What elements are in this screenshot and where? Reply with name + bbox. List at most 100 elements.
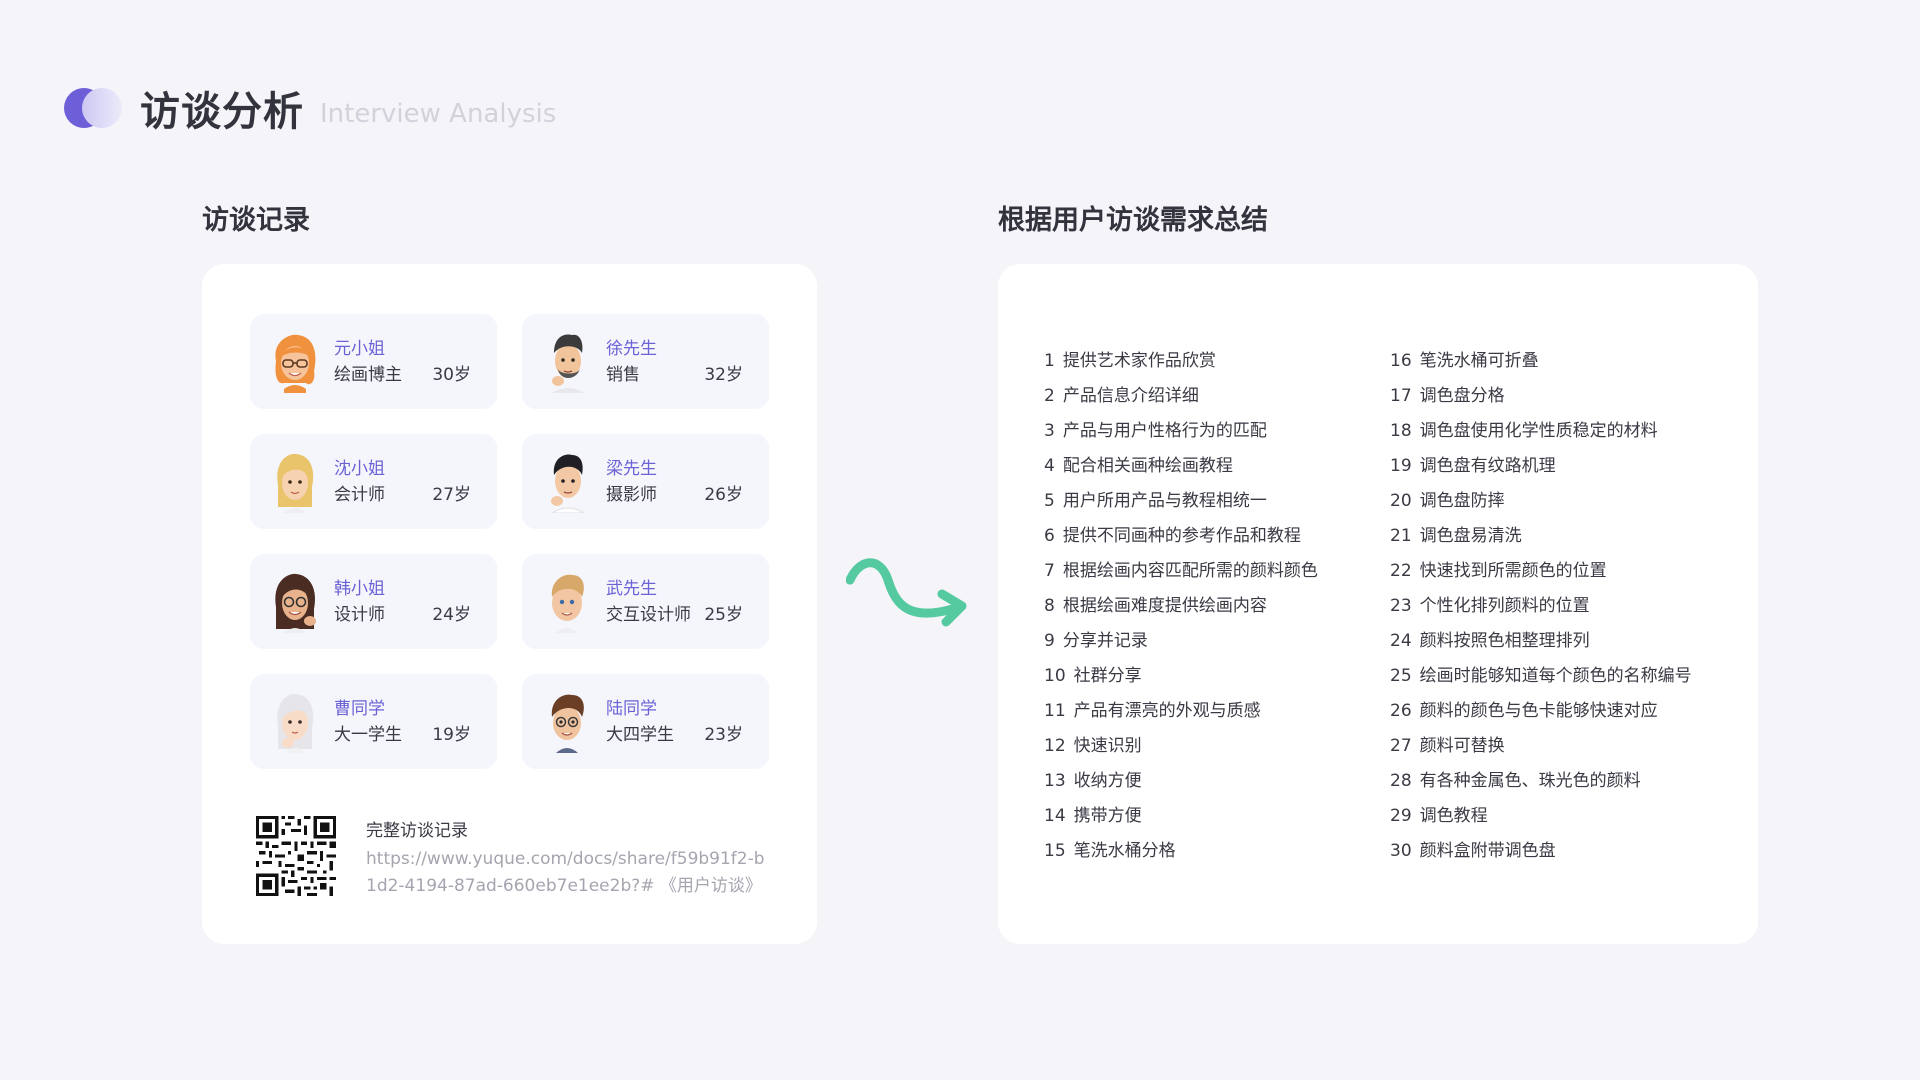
two-circles-logo-icon [64, 87, 122, 129]
requirement-item: 25 绘画时能够知道每个颜色的名称编号 [1390, 666, 1692, 686]
person-name: 陆同学 [606, 698, 657, 719]
avatar [542, 451, 592, 513]
person-info: 徐先生 销售 32岁 [606, 336, 766, 388]
person-card[interactable]: 韩小姐 设计师 24岁 [250, 554, 497, 649]
avatar [270, 691, 320, 753]
person-meta: 大一学生 19岁 [334, 722, 471, 748]
person-role: 会计师 [334, 484, 385, 505]
requirement-item: 17 调色盘分格 [1390, 386, 1505, 406]
person-name: 梁先生 [606, 458, 657, 479]
person-role: 设计师 [334, 604, 385, 625]
memoji-avatar-icon [551, 694, 584, 753]
requirement-item: 2 产品信息介绍详细 [1044, 386, 1199, 406]
requirement-item: 9 分享并记录 [1044, 631, 1148, 651]
person-name: 元小姐 [334, 338, 385, 359]
person-name: 徐先生 [606, 338, 657, 359]
page-header: 访谈分析 Interview Analysis [64, 78, 556, 138]
requirement-item: 28 有各种金属色、珠光色的颜料 [1390, 771, 1641, 791]
person-age: 26岁 [704, 484, 743, 505]
person-age: 25岁 [704, 604, 743, 625]
person-card[interactable]: 徐先生 销售 32岁 [522, 314, 769, 409]
person-info: 曹同学 大一学生 19岁 [334, 696, 494, 748]
person-age: 32岁 [704, 364, 743, 385]
requirement-item: 12 快速识别 [1044, 736, 1142, 756]
person-age: 27岁 [432, 484, 471, 505]
requirement-item: 15 笔洗水桶分格 [1044, 841, 1176, 861]
avatar [270, 451, 320, 513]
page-title: 访谈分析 [140, 89, 304, 135]
person-meta: 绘画博主 30岁 [334, 362, 471, 388]
requirement-item: 4 配合相关画种绘画教程 [1044, 456, 1233, 476]
avatar [542, 331, 592, 393]
requirement-item: 13 收纳方便 [1044, 771, 1142, 791]
avatar [542, 691, 592, 753]
memoji-avatar-icon [552, 334, 584, 393]
person-card[interactable]: 曹同学 大一学生 19岁 [250, 674, 497, 769]
requirement-item: 3 产品与用户性格行为的匹配 [1044, 421, 1267, 441]
people-grid: 元小姐 绘画博主 30岁 徐先生 销售 32岁 沈小姐 会计师 27岁 梁先生 … [250, 314, 769, 769]
avatar [270, 331, 320, 393]
avatar [270, 571, 320, 633]
person-info: 沈小姐 会计师 27岁 [334, 456, 494, 508]
requirement-item: 5 用户所用产品与教程相统一 [1044, 491, 1267, 511]
person-name: 沈小姐 [334, 458, 385, 479]
person-age: 19岁 [432, 724, 471, 745]
memoji-avatar-icon [277, 693, 314, 753]
requirement-item: 6 提供不同画种的参考作品和教程 [1044, 526, 1301, 546]
person-role: 销售 [606, 364, 640, 385]
requirement-item: 7 根据绘画内容匹配所需的颜料颜色 [1044, 561, 1318, 581]
requirement-item: 18 调色盘使用化学性质稳定的材料 [1390, 421, 1658, 441]
requirements-list-col-1: 1 提供艺术家作品欣赏 2 产品信息介绍详细 3 产品与用户性格行为的匹配 4 配合相关… [1044, 344, 1318, 869]
record-text: 完整访谈记录 https://www.yuque.com/docs/share/… [366, 818, 766, 900]
person-info: 武先生 交互设计师 25岁 [606, 576, 766, 628]
person-meta: 设计师 24岁 [334, 602, 471, 628]
requirement-item: 27 颜料可替换 [1390, 736, 1505, 756]
person-role: 绘画博主 [334, 364, 402, 385]
requirement-item: 22 快速找到所需颜色的位置 [1390, 561, 1607, 581]
person-meta: 会计师 27岁 [334, 482, 471, 508]
person-age: 30岁 [432, 364, 471, 385]
requirement-item: 11 产品有漂亮的外观与质感 [1044, 701, 1261, 721]
page-subtitle: Interview Analysis [320, 99, 557, 129]
avatar [542, 571, 592, 633]
memoji-avatar-icon [275, 334, 316, 393]
requirement-item: 1 提供艺术家作品欣赏 [1044, 351, 1216, 371]
requirement-item: 14 携带方便 [1044, 806, 1142, 826]
person-name: 曹同学 [334, 698, 385, 719]
person-info: 元小姐 绘画博主 30岁 [334, 336, 494, 388]
person-card[interactable]: 武先生 交互设计师 25岁 [522, 554, 769, 649]
person-meta: 大四学生 23岁 [606, 722, 743, 748]
person-card[interactable]: 沈小姐 会计师 27岁 [250, 434, 497, 529]
requirement-item: 8 根据绘画难度提供绘画内容 [1044, 596, 1267, 616]
person-name: 武先生 [606, 578, 657, 599]
record-link[interactable]: https://www.yuque.com/docs/share/f59b91f… [366, 846, 766, 900]
full-record-block: 完整访谈记录 https://www.yuque.com/docs/share/… [256, 816, 766, 900]
requirements-summary-card: 1 提供艺术家作品欣赏 2 产品信息介绍详细 3 产品与用户性格行为的匹配 4 配合相关… [998, 264, 1758, 944]
person-age: 23岁 [704, 724, 743, 745]
requirement-item: 23 个性化排列颜料的位置 [1390, 596, 1590, 616]
curved-arrow-icon [846, 558, 967, 627]
memoji-avatar-icon [275, 573, 316, 633]
person-role: 大一学生 [334, 724, 402, 745]
person-name: 韩小姐 [334, 578, 385, 599]
person-role: 交互设计师 [606, 604, 691, 625]
memoji-avatar-icon [551, 454, 585, 513]
interview-records-card: 元小姐 绘画博主 30岁 徐先生 销售 32岁 沈小姐 会计师 27岁 梁先生 … [202, 264, 817, 944]
requirements-summary-title: 根据用户访谈需求总结 [998, 205, 1268, 236]
interview-records-title: 访谈记录 [202, 205, 310, 236]
person-card[interactable]: 元小姐 绘画博主 30岁 [250, 314, 497, 409]
requirements-list-col-2: 16 笔洗水桶可折叠 17 调色盘分格 18 调色盘使用化学性质稳定的材料 19 调色盘… [1390, 344, 1692, 869]
person-card[interactable]: 陆同学 大四学生 23岁 [522, 674, 769, 769]
person-info: 韩小姐 设计师 24岁 [334, 576, 494, 628]
requirement-item: 21 调色盘易清洗 [1390, 526, 1522, 546]
person-role: 大四学生 [606, 724, 674, 745]
person-age: 24岁 [432, 604, 471, 625]
requirement-item: 19 调色盘有纹路机理 [1390, 456, 1556, 476]
requirement-item: 10 社群分享 [1044, 666, 1142, 686]
person-meta: 摄影师 26岁 [606, 482, 743, 508]
qr-code-icon[interactable] [256, 816, 336, 896]
person-card[interactable]: 梁先生 摄影师 26岁 [522, 434, 769, 529]
requirement-item: 16 笔洗水桶可折叠 [1390, 351, 1539, 371]
requirement-item: 29 调色教程 [1390, 806, 1488, 826]
memoji-avatar-icon [277, 453, 314, 513]
